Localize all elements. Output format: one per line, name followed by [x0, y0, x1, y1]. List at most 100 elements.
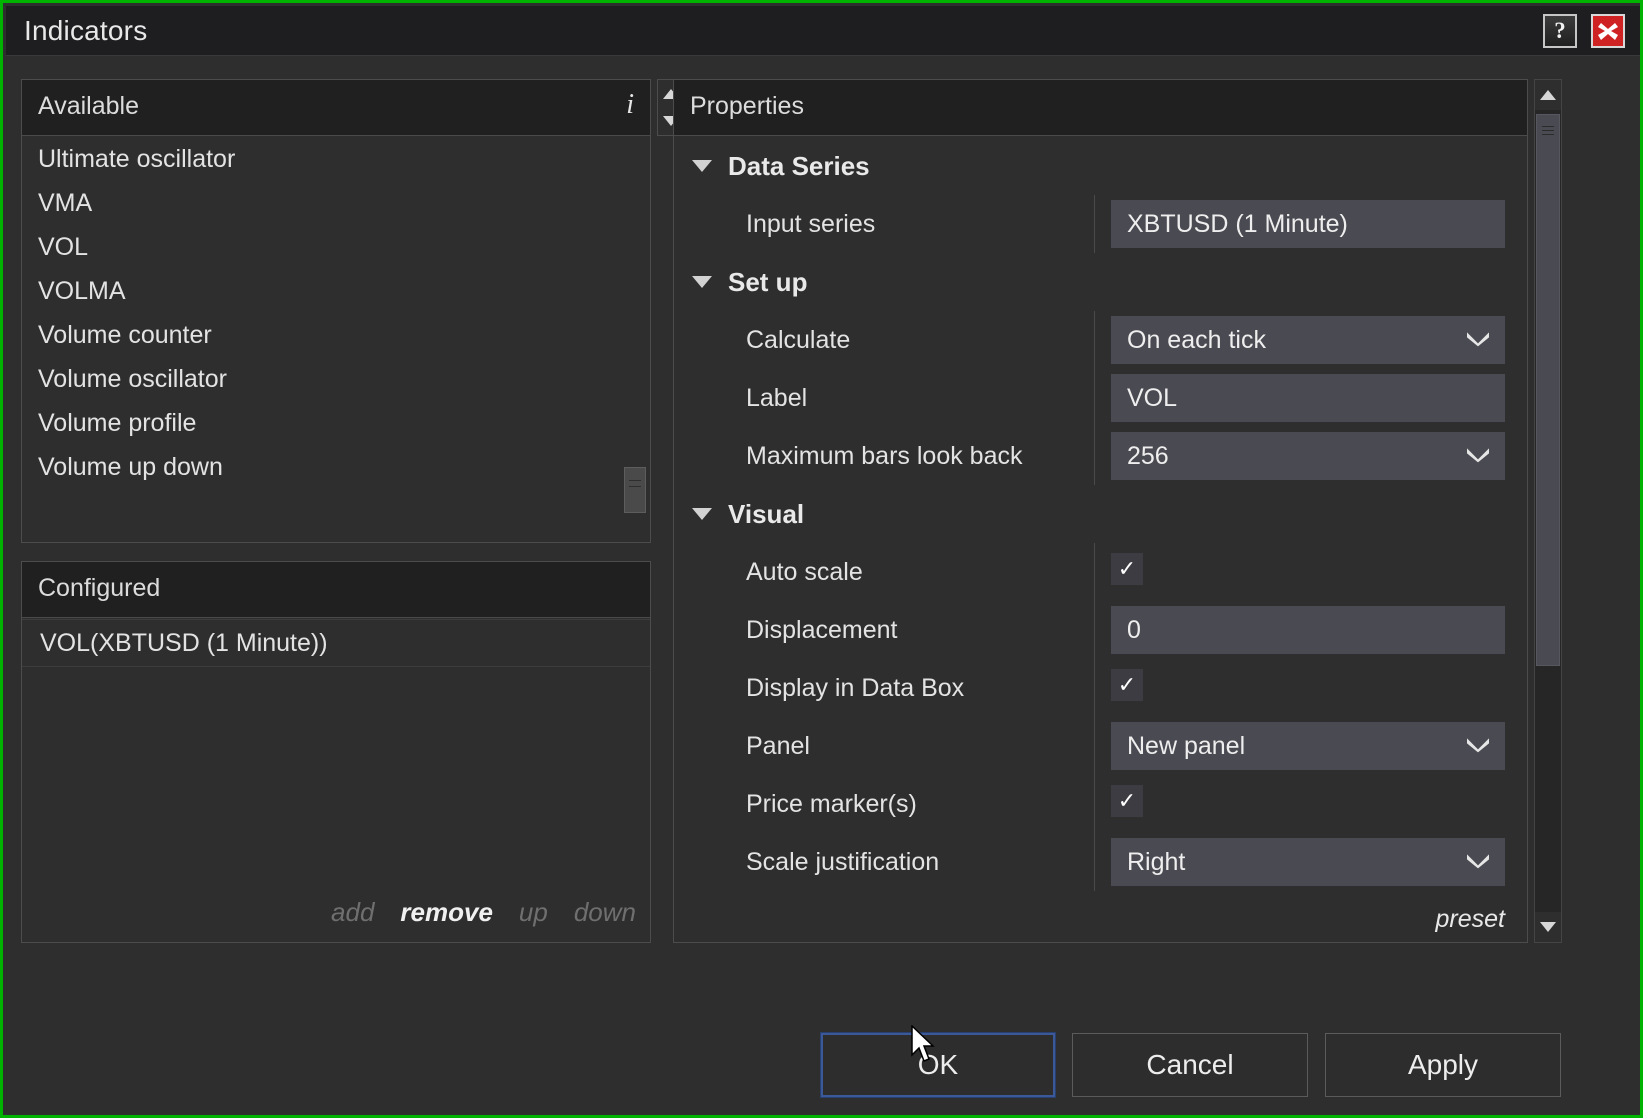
column-divider	[1094, 659, 1095, 717]
list-item[interactable]: Volume up down	[22, 445, 650, 489]
property-label: Calculate	[746, 325, 851, 354]
property-label: Scale justification	[746, 847, 940, 876]
list-item[interactable]: VOLMA	[22, 269, 650, 313]
property-row-displacement: Displacement 0	[674, 601, 1527, 659]
column-divider	[1094, 775, 1095, 833]
property-row-display-in-data-box: Display in Data Box ✓	[674, 659, 1527, 717]
help-button[interactable]: ?	[1543, 14, 1577, 48]
calculate-dropdown[interactable]: On each tick	[1111, 316, 1505, 364]
label-field[interactable]: VOL	[1111, 374, 1505, 422]
property-label: Label	[746, 383, 808, 412]
group-set-up[interactable]: Set up	[674, 253, 1527, 311]
properties-scrollbar[interactable]	[1534, 79, 1562, 943]
triangle-down-icon	[1540, 922, 1556, 932]
list-item[interactable]: VOL	[22, 225, 650, 269]
properties-header: Properties	[674, 80, 1527, 136]
property-label: Panel	[746, 731, 810, 760]
triangle-up-icon	[1540, 90, 1556, 100]
chevron-down-icon[interactable]	[692, 276, 712, 288]
property-label: Price marker(s)	[746, 789, 917, 818]
property-row-label: Label VOL	[674, 369, 1527, 427]
window-title: Indicators	[24, 15, 148, 46]
displacement-field[interactable]: 0	[1111, 606, 1505, 654]
list-item[interactable]: Ultimate oscillator	[22, 137, 650, 181]
panel-dropdown[interactable]: New panel	[1111, 722, 1505, 770]
properties-title: Properties	[690, 92, 804, 120]
scrollbar-grip	[1542, 123, 1554, 139]
property-row-input-series: Input series XBTUSD (1 Minute)	[674, 195, 1527, 253]
apply-button[interactable]: Apply	[1325, 1033, 1561, 1097]
list-item[interactable]: Volume oscillator	[22, 357, 650, 401]
preset-link[interactable]: preset	[1436, 905, 1505, 934]
title-bar: Indicators ?	[6, 6, 1640, 56]
configured-actions: add remove up down	[331, 897, 636, 928]
auto-scale-checkbox[interactable]: ✓	[1111, 553, 1143, 585]
calculate-value: On each tick	[1127, 325, 1266, 354]
max-bars-look-back-value: 256	[1127, 441, 1169, 470]
scale-justification-dropdown[interactable]: Right	[1111, 838, 1505, 886]
property-row-panel: Panel New panel	[674, 717, 1527, 775]
scrollbar-up-button[interactable]	[1535, 80, 1561, 110]
chevron-down-icon[interactable]	[1465, 330, 1491, 347]
column-divider	[1094, 427, 1095, 485]
chevron-down-icon[interactable]	[692, 160, 712, 172]
group-label: Data Series	[728, 150, 870, 181]
property-label: Displacement	[746, 615, 898, 644]
down-button[interactable]: down	[574, 897, 636, 928]
property-label: Auto scale	[746, 557, 863, 586]
property-label: Input series	[746, 209, 876, 238]
properties-body: Data Series Input series XBTUSD (1 Minut…	[674, 137, 1527, 942]
list-item[interactable]: Volume profile	[22, 401, 650, 445]
close-icon	[1598, 23, 1618, 40]
info-icon[interactable]: i	[626, 89, 634, 121]
scale-justification-value: Right	[1127, 847, 1186, 876]
property-label: Display in Data Box	[746, 673, 965, 702]
column-divider	[1094, 369, 1095, 427]
available-scroll-thumb[interactable]	[624, 467, 646, 513]
dialog-footer: OK Cancel Apply	[3, 1032, 1640, 1098]
display-in-data-box-checkbox[interactable]: ✓	[1111, 669, 1143, 701]
column-divider	[1094, 601, 1095, 659]
column-divider	[1094, 195, 1095, 253]
configured-header: Configured	[22, 562, 650, 618]
max-bars-look-back-dropdown[interactable]: 256	[1111, 432, 1505, 480]
property-label: Maximum bars look back	[746, 441, 1023, 470]
chevron-down-icon[interactable]	[1465, 852, 1491, 869]
remove-button[interactable]: remove	[400, 897, 493, 928]
column-divider	[1094, 543, 1095, 601]
configured-title: Configured	[38, 574, 161, 602]
scrollbar-thumb[interactable]	[1536, 114, 1560, 666]
add-button[interactable]: add	[331, 897, 374, 928]
group-visual[interactable]: Visual	[674, 485, 1527, 543]
property-row-price-markers: Price marker(s) ✓	[674, 775, 1527, 833]
column-divider	[1094, 311, 1095, 369]
close-button[interactable]	[1591, 14, 1625, 48]
list-item[interactable]: Volume counter	[22, 313, 650, 357]
property-row-auto-scale: Auto scale ✓	[674, 543, 1527, 601]
scrollbar-down-button[interactable]	[1535, 912, 1561, 942]
list-item[interactable]: VOL(XBTUSD (1 Minute))	[22, 619, 650, 667]
input-series-field[interactable]: XBTUSD (1 Minute)	[1111, 200, 1505, 248]
ok-button[interactable]: OK	[820, 1032, 1056, 1098]
configured-list[interactable]: VOL(XBTUSD (1 Minute))	[22, 619, 650, 942]
configured-panel: Configured VOL(XBTUSD (1 Minute)) add re…	[21, 561, 651, 943]
price-markers-checkbox[interactable]: ✓	[1111, 785, 1143, 817]
group-data-series[interactable]: Data Series	[674, 137, 1527, 195]
chevron-down-icon[interactable]	[1465, 736, 1491, 753]
available-panel: Available i Ultimate oscillator VMA VOL …	[21, 79, 651, 543]
available-header: Available i	[22, 80, 650, 136]
indicators-dialog: Indicators ? Available i Ultimate oscill…	[0, 0, 1643, 1118]
chevron-down-icon[interactable]	[692, 508, 712, 520]
available-list[interactable]: Ultimate oscillator VMA VOL VOLMA Volume…	[22, 137, 650, 542]
available-title: Available	[38, 92, 140, 120]
group-label: Set up	[728, 266, 808, 297]
group-label: Visual	[728, 498, 805, 529]
panel-value: New panel	[1127, 731, 1246, 760]
property-row-max-bars-look-back: Maximum bars look back 256	[674, 427, 1527, 485]
column-divider	[1094, 833, 1095, 891]
property-row-scale-justification: Scale justification Right	[674, 833, 1527, 891]
chevron-down-icon[interactable]	[1465, 446, 1491, 463]
up-button[interactable]: up	[519, 897, 548, 928]
cancel-button[interactable]: Cancel	[1072, 1033, 1308, 1097]
list-item[interactable]: VMA	[22, 181, 650, 225]
